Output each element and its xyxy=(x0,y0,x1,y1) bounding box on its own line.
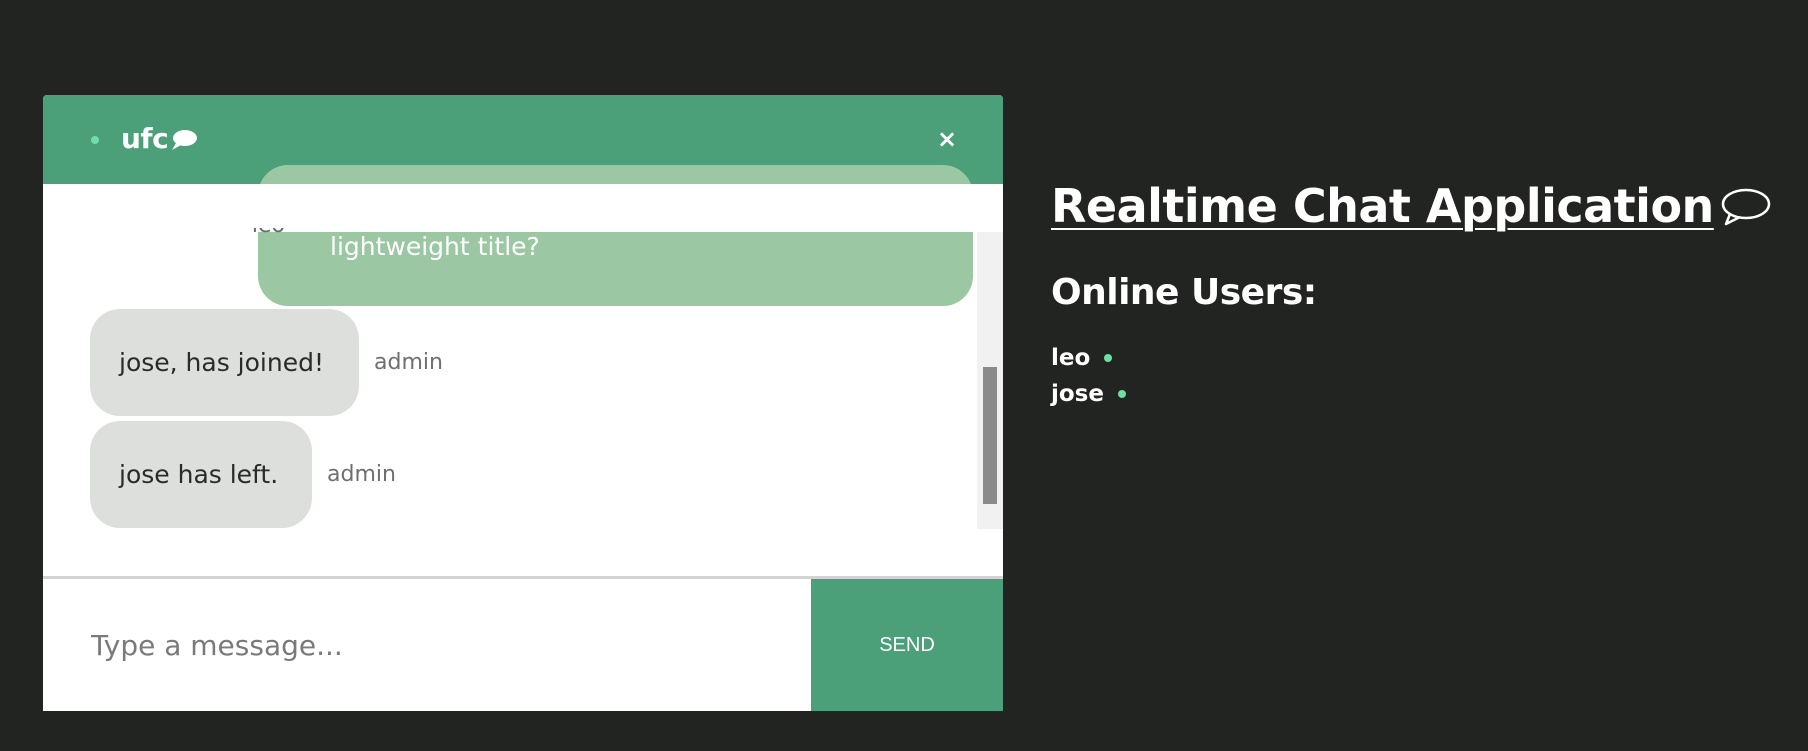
user-name: leo xyxy=(1051,345,1091,371)
speech-bubble-icon xyxy=(172,130,197,150)
speech-bubble-icon xyxy=(1721,188,1771,226)
send-button[interactable]: SEND xyxy=(811,579,1003,711)
online-users-heading: Online Users: xyxy=(1051,272,1317,313)
message-text: jose, has joined! xyxy=(119,348,324,377)
message-text: jose has left. xyxy=(119,460,279,489)
chat-window: ufc × lightweight title? leo jose, has j… xyxy=(43,95,1003,711)
online-status-dot xyxy=(1117,390,1126,398)
scrollbar-thumb[interactable] xyxy=(983,367,997,504)
page-title: Realtime Chat Application xyxy=(1051,179,1714,233)
message-sender: admin xyxy=(327,462,396,487)
close-button[interactable]: × xyxy=(931,123,963,155)
online-status-dot xyxy=(91,136,99,144)
message-list-top-clip-2 xyxy=(43,184,1003,228)
online-user-list: leo jose xyxy=(1051,340,1126,412)
online-user-item: leo xyxy=(1051,340,1126,376)
message-text: lightweight title? xyxy=(330,232,540,261)
online-user-item: jose xyxy=(1051,376,1126,412)
message-input[interactable] xyxy=(43,579,811,711)
user-name: jose xyxy=(1051,381,1104,407)
room-name: ufc xyxy=(121,122,169,155)
message-sender: admin xyxy=(374,350,443,375)
online-status-dot xyxy=(1104,354,1113,362)
